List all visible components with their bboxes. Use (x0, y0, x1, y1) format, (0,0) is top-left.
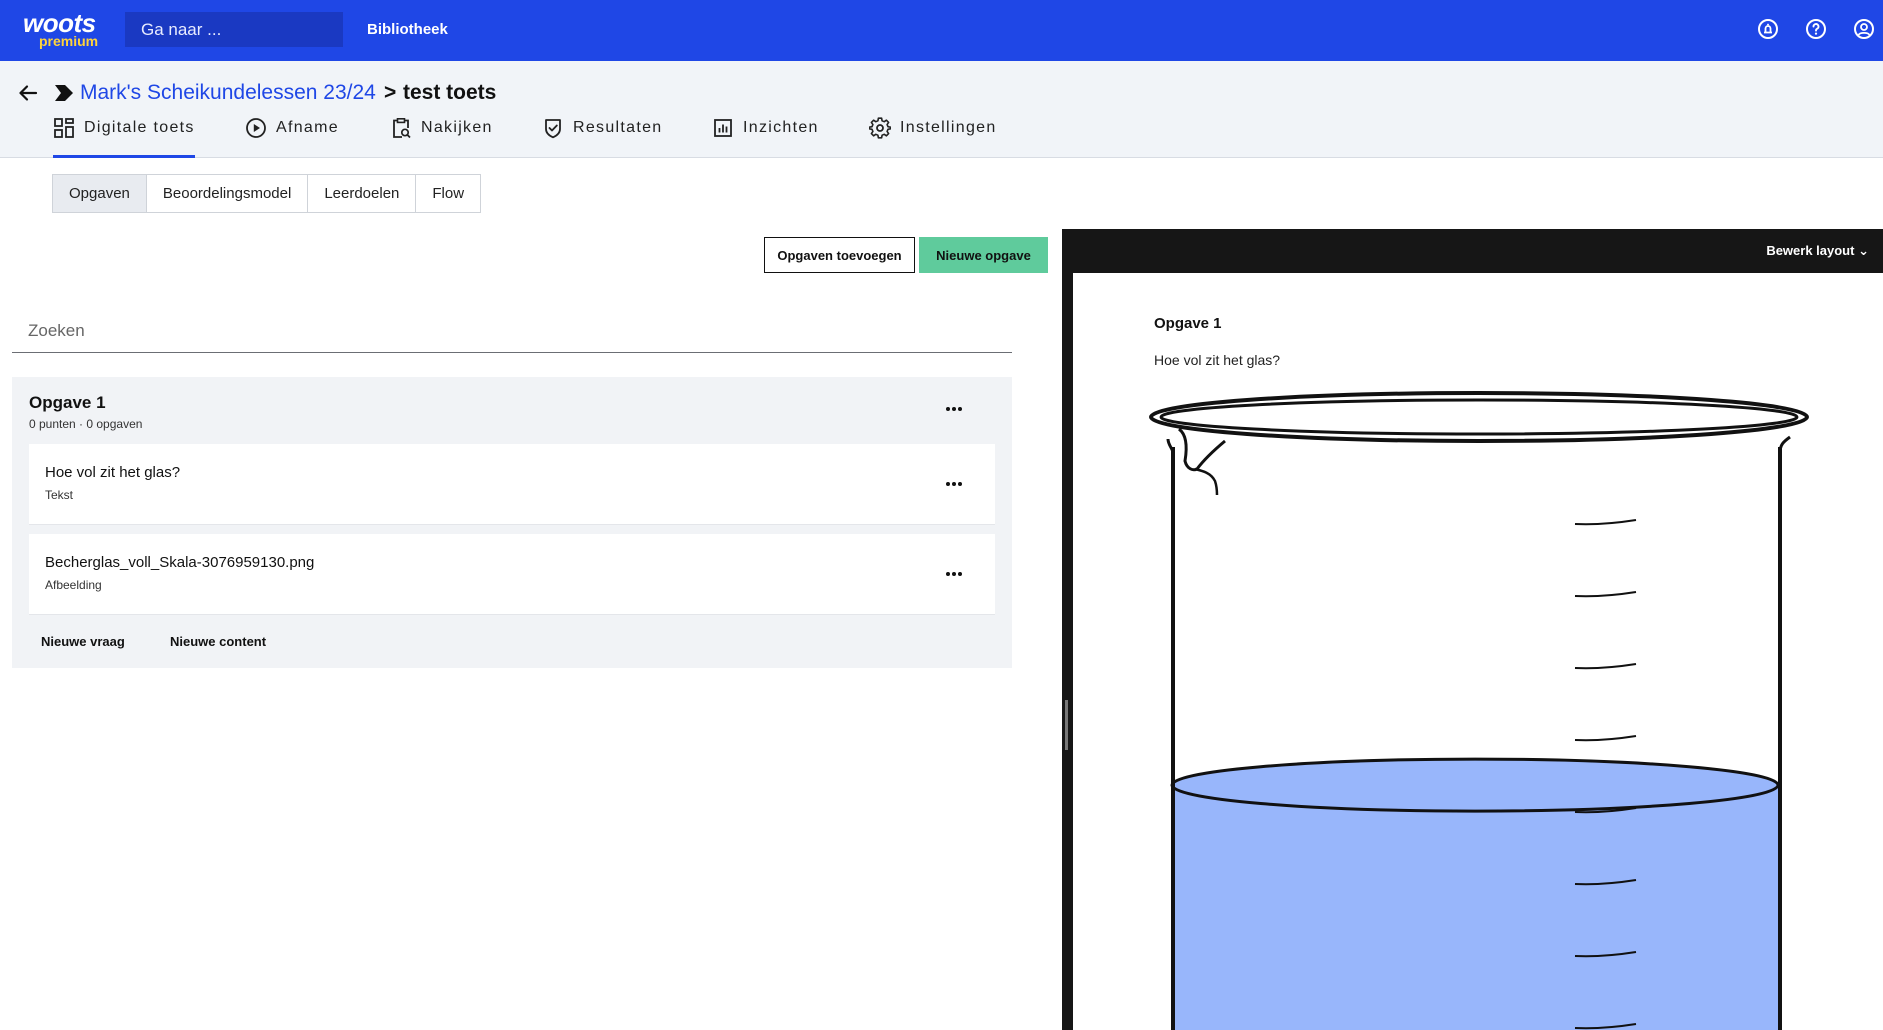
question-group-title: Opgave 1 (29, 393, 106, 412)
help-icon[interactable] (1804, 17, 1828, 41)
beaker-image (1149, 391, 1809, 1030)
subtab-opgaven[interactable]: Opgaven (53, 175, 147, 212)
question-group-meta: 0 punten · 0 opgaven (29, 417, 143, 431)
grid-icon (54, 118, 74, 138)
group-more-options-button[interactable] (939, 401, 969, 417)
breadcrumb-chevron-icon (55, 85, 73, 101)
tab-resultaten[interactable]: Resultaten (542, 116, 663, 158)
page-title: test toets (403, 81, 497, 104)
new-question-button[interactable]: Nieuwe opgave (919, 237, 1048, 273)
beaker-liquid (1175, 785, 1778, 1030)
tab-label: Instellingen (900, 119, 997, 136)
subtab-beoordelingsmodel[interactable]: Beoordelingsmodel (146, 175, 309, 212)
tab-nakijken[interactable]: Nakijken (390, 116, 493, 158)
preview-toolbar: Bewerk layout ⌄ (1062, 229, 1883, 273)
tab-afname[interactable]: Afname (245, 116, 339, 158)
item-type: Afbeelding (45, 578, 102, 592)
account-icon[interactable] (1852, 17, 1876, 41)
library-link[interactable]: Bibliotheek (367, 20, 448, 40)
list-item[interactable]: Hoe vol zit het glas? Tekst (29, 444, 995, 525)
more-horizontal-icon (946, 482, 962, 486)
tab-instellingen[interactable]: Instellingen (869, 116, 997, 158)
add-existing-questions-button[interactable]: Opgaven toevoegen (764, 237, 915, 273)
preview-question-text: Hoe vol zit het glas? (1154, 352, 1281, 368)
item-more-options-button[interactable] (939, 566, 969, 582)
chevron-down-icon: ⌄ (1858, 243, 1869, 258)
subtab-flow[interactable]: Flow (416, 175, 481, 212)
tab-digitale-toets[interactable]: Digitale toets (53, 116, 195, 158)
notification-icon[interactable] (1756, 17, 1780, 41)
preview-panel: Bewerk layout ⌄ Opgave 1 Hoe vol zit het… (1062, 229, 1883, 1030)
back-arrow-icon[interactable] (16, 81, 40, 105)
edit-layout-dropdown[interactable]: Bewerk layout ⌄ (1766, 242, 1869, 260)
page-header: Mark's Scheikundelessen 23/24 > test toe… (0, 61, 1883, 158)
play-icon (246, 118, 266, 138)
item-title: Hoe vol zit het glas? (45, 464, 181, 481)
preview-question-title: Opgave 1 (1154, 315, 1222, 332)
logo-premium-label: premium (39, 33, 99, 49)
top-navigation-bar: woots premium Bibliotheek (0, 0, 1883, 61)
search-questions-input[interactable] (12, 309, 1012, 353)
tab-label: Digitale toets (84, 119, 195, 136)
shield-check-icon (545, 119, 561, 139)
new-question-link[interactable]: Nieuwe vraag (41, 633, 125, 651)
panel-resize-handle[interactable] (1065, 700, 1068, 750)
tab-label: Afname (276, 119, 339, 136)
question-group: Opgave 1 0 punten · 0 opgaven Hoe vol zi… (12, 377, 1012, 668)
bar-chart-icon (714, 119, 732, 137)
item-type: Tekst (45, 488, 74, 502)
tab-label: Resultaten (573, 119, 663, 136)
edit-layout-label: Bewerk layout (1766, 243, 1855, 258)
more-horizontal-icon (946, 572, 962, 576)
woots-logo[interactable]: woots premium (23, 10, 103, 49)
gear-icon (869, 117, 891, 139)
global-search-input[interactable] (125, 12, 343, 47)
preview-content: Opgave 1 Hoe vol zit het glas? (1073, 273, 1883, 1030)
item-more-options-button[interactable] (939, 476, 969, 492)
tab-label: Inzichten (743, 119, 819, 136)
clipboard-search-icon (393, 117, 411, 139)
list-item[interactable]: Becherglas_voll_Skala-3076959130.png Afb… (29, 534, 995, 615)
sub-tab-group: Opgaven Beoordelingsmodel Leerdoelen Flo… (52, 174, 482, 213)
breadcrumb-separator: > (384, 81, 397, 104)
tab-label: Nakijken (421, 119, 493, 136)
new-content-link[interactable]: Nieuwe content (170, 633, 266, 651)
tab-inzichten[interactable]: Inzichten (712, 116, 819, 158)
subtab-leerdoelen[interactable]: Leerdoelen (308, 175, 417, 212)
item-title: Becherglas_voll_Skala-3076959130.png (45, 554, 315, 571)
breadcrumb-parent-link[interactable]: Mark's Scheikundelessen 23/24 (80, 80, 376, 106)
more-horizontal-icon (946, 407, 962, 411)
beaker-liquid-surface (1170, 757, 1780, 813)
